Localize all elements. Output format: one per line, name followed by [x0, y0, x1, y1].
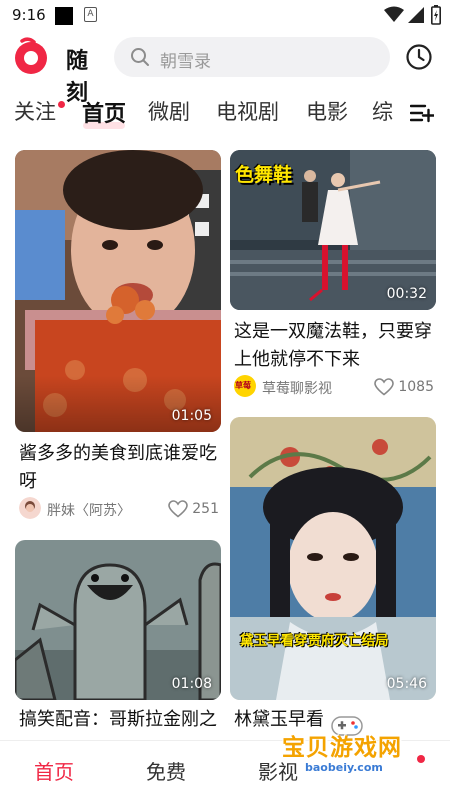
thumbnail-image: [230, 417, 436, 700]
video-duration: 00:32: [386, 286, 427, 302]
video-title[interactable]: 酱多多的美食到底谁爱吃呀: [19, 440, 219, 496]
video-meta: 草莓 草莓聊影视 1085: [234, 375, 434, 401]
author-name[interactable]: 草莓聊影视: [262, 378, 332, 398]
accessibility-icon: A: [84, 7, 97, 22]
status-bar: 9:16 A: [0, 0, 450, 32]
tab-follow-badge: [58, 101, 65, 108]
video-title[interactable]: 搞笑配音：哥斯拉金刚之: [19, 706, 219, 734]
thumbnail-image: [15, 150, 221, 432]
video-title[interactable]: 这是一双魔法鞋，只要穿上他就停不下来: [234, 318, 434, 374]
history-icon[interactable]: [405, 43, 433, 71]
thumbnail-caption: 黛玉早看穿贾府灭亡结局: [240, 633, 389, 649]
like-number: 251: [192, 501, 219, 517]
video-meta: 胖妹〈阿苏〉 251: [19, 497, 219, 523]
author-avatar[interactable]: 草莓: [234, 375, 256, 397]
thumbnail-caption: 色舞鞋: [235, 164, 293, 186]
tab-movies[interactable]: 电影: [306, 96, 348, 126]
notification-icon: [55, 7, 73, 25]
status-time: 9:16: [12, 6, 46, 24]
search-bar[interactable]: 朝雪录: [114, 37, 390, 77]
tab-tv-series[interactable]: 电视剧: [216, 96, 279, 126]
nav-notification-badge: [417, 755, 425, 763]
heart-icon: [168, 500, 189, 518]
battery-icon: [431, 5, 441, 25]
tab-home[interactable]: 首页: [82, 96, 126, 128]
search-placeholder: 朝雪录: [160, 52, 211, 72]
nav-home[interactable]: 首页: [34, 756, 74, 785]
app-header: 随刻 朝雪录: [0, 34, 450, 106]
tab-variety[interactable]: 综: [372, 96, 393, 126]
app-logo[interactable]: 随刻: [14, 37, 104, 106]
video-duration: 05:46: [386, 676, 427, 692]
tab-follow[interactable]: 关注: [14, 96, 56, 126]
search-icon: [131, 48, 149, 66]
video-duration: 01:08: [171, 676, 212, 692]
like-number: 1085: [398, 379, 434, 395]
signal-icon: [408, 7, 424, 23]
avatar-label: 草莓: [235, 381, 251, 390]
video-title[interactable]: 林黛玉早看: [234, 706, 434, 734]
tab-micro-drama[interactable]: 微剧: [148, 96, 190, 126]
bottom-navigation: 首页 免费 影视: [0, 740, 450, 800]
category-tabs: 关注 首页 微剧 电视剧 电影 综: [0, 88, 450, 134]
video-thumbnail[interactable]: 黛玉早看穿贾府灭亡结局 05:46: [230, 417, 436, 700]
channel-menu-icon[interactable]: [410, 103, 434, 123]
heart-icon: [374, 378, 395, 396]
video-duration: 01:05: [171, 408, 212, 424]
author-name[interactable]: 胖妹〈阿苏〉: [47, 500, 131, 520]
nav-free[interactable]: 免费: [146, 756, 186, 785]
wifi-icon: [384, 6, 404, 22]
nav-movies-tv[interactable]: 影视: [258, 756, 298, 785]
video-thumbnail[interactable]: 色舞鞋 00:32: [230, 150, 436, 310]
like-count[interactable]: 251: [168, 500, 219, 518]
logo-icon: [15, 37, 47, 74]
video-thumbnail[interactable]: 01:05: [15, 150, 221, 432]
video-thumbnail[interactable]: 01:08: [15, 540, 221, 700]
like-count[interactable]: 1085: [374, 378, 434, 396]
author-avatar[interactable]: [19, 497, 41, 519]
